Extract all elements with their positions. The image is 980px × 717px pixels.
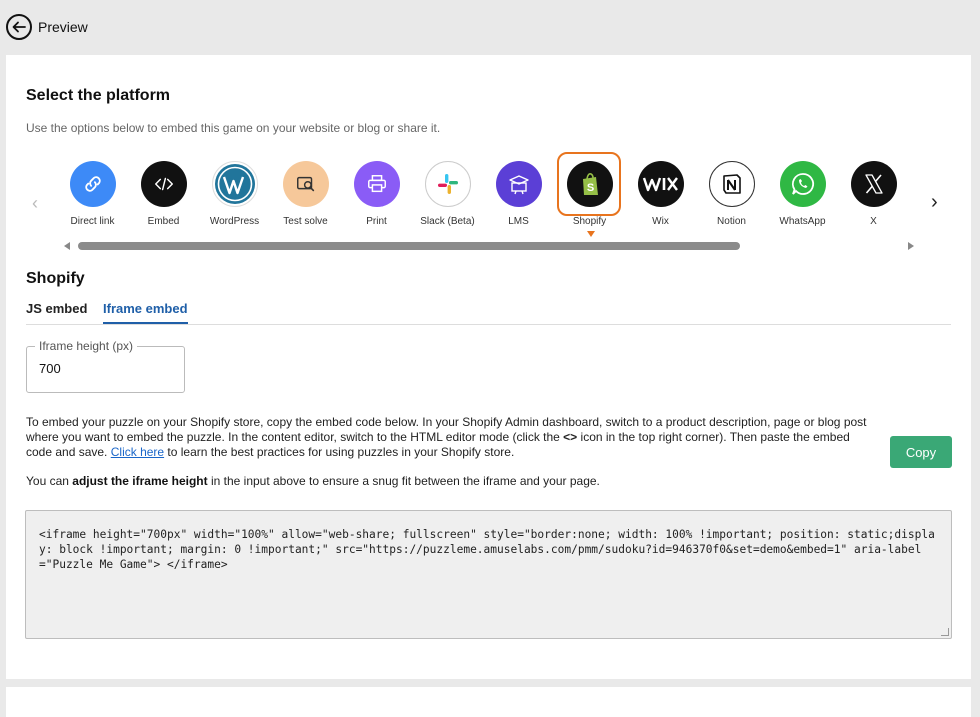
platform-label: Print	[366, 216, 387, 227]
platform-test-solve[interactable]: Test solve	[270, 155, 341, 227]
embed-code: <iframe height="700px" width="100%" allo…	[39, 528, 935, 571]
back-button[interactable]	[6, 14, 32, 40]
selected-indicator	[587, 231, 595, 237]
platform-label: Direct link	[70, 216, 115, 227]
platform-x[interactable]: X	[838, 155, 909, 227]
platform-label: Slack (Beta)	[420, 216, 475, 227]
platform-label: WhatsApp	[779, 216, 826, 227]
printer-icon	[353, 161, 400, 207]
tip-text: You can	[26, 474, 73, 488]
platform-label: Shopify	[572, 216, 607, 227]
scroll-right-arrow-icon[interactable]	[908, 242, 914, 250]
platform-lms[interactable]: LMS	[483, 155, 554, 227]
embed-tabs: JS embed Iframe embed	[26, 299, 951, 325]
instructions-text: to learn the best practices for using pu…	[164, 445, 515, 459]
platform-whatsapp[interactable]: WhatsApp	[767, 155, 838, 227]
platform-subtitle: Use the options below to embed this game…	[26, 121, 441, 135]
platform-wix[interactable]: Wix	[625, 155, 696, 227]
platform-shopify[interactable]: S Shopify	[554, 152, 625, 227]
code-icon	[140, 161, 187, 207]
platform-label: Test solve	[283, 216, 328, 227]
carousel-prev-button[interactable]: ‹	[32, 193, 38, 214]
tab-iframe-embed[interactable]: Iframe embed	[103, 301, 188, 324]
tip-bold-text: adjust the iframe height	[72, 474, 208, 488]
platform-print[interactable]: Print	[341, 155, 412, 227]
link-icon	[69, 161, 116, 207]
iframe-height-input[interactable]	[39, 361, 169, 376]
platform-direct-link[interactable]: Direct link	[57, 155, 128, 227]
slack-icon	[424, 161, 471, 207]
scrollbar-thumb[interactable]	[78, 242, 740, 250]
selected-ring	[557, 152, 621, 216]
iframe-height-label: Iframe height (px)	[35, 339, 138, 353]
arrow-left-icon	[12, 21, 26, 33]
next-card	[6, 687, 971, 717]
platform-notion[interactable]: Notion	[696, 155, 767, 227]
tab-js-embed[interactable]: JS embed	[26, 301, 87, 322]
embed-instructions: To embed your puzzle on your Shopify sto…	[26, 415, 876, 460]
platform-scrollbar[interactable]	[64, 241, 914, 251]
shopify-title: Shopify	[26, 270, 85, 287]
best-practices-link[interactable]: Click here	[111, 445, 164, 459]
x-icon	[850, 161, 897, 207]
notion-icon	[708, 161, 755, 207]
carousel-next-button[interactable]: ›	[931, 191, 938, 214]
resize-handle-icon[interactable]	[941, 628, 949, 636]
scroll-left-arrow-icon[interactable]	[64, 242, 70, 250]
lms-icon	[495, 161, 542, 207]
top-bar: Preview	[0, 0, 980, 54]
platform-title: Select the platform	[26, 87, 171, 104]
embed-code-textarea[interactable]: <iframe height="700px" width="100%" allo…	[25, 510, 952, 639]
preview-label[interactable]: Preview	[38, 19, 88, 35]
platform-list: Direct link Embed WordPress Test solve P…	[57, 152, 917, 235]
tip-text: in the input above to ensure a snug fit …	[207, 474, 600, 488]
platform-label: WordPress	[209, 216, 260, 227]
platform-label: Embed	[147, 216, 180, 227]
platform-label: Wix	[652, 216, 669, 227]
platform-embed[interactable]: Embed	[128, 155, 199, 227]
whatsapp-icon	[779, 161, 826, 207]
wix-icon	[637, 161, 684, 207]
iframe-height-field: Iframe height (px)	[26, 339, 185, 393]
html-editor-icon-text: <>	[563, 430, 578, 444]
height-tip: You can adjust the iframe height in the …	[26, 474, 600, 488]
wordpress-icon	[211, 161, 258, 207]
embed-card: Select the platform Use the options belo…	[6, 55, 971, 679]
platform-label: X	[870, 216, 877, 227]
platform-slack[interactable]: Slack (Beta)	[412, 155, 483, 227]
platform-label: Notion	[717, 216, 746, 227]
test-solve-icon	[282, 161, 329, 207]
platform-wordpress[interactable]: WordPress	[199, 155, 270, 227]
platform-label: LMS	[508, 216, 529, 227]
copy-button[interactable]: Copy	[890, 436, 952, 468]
